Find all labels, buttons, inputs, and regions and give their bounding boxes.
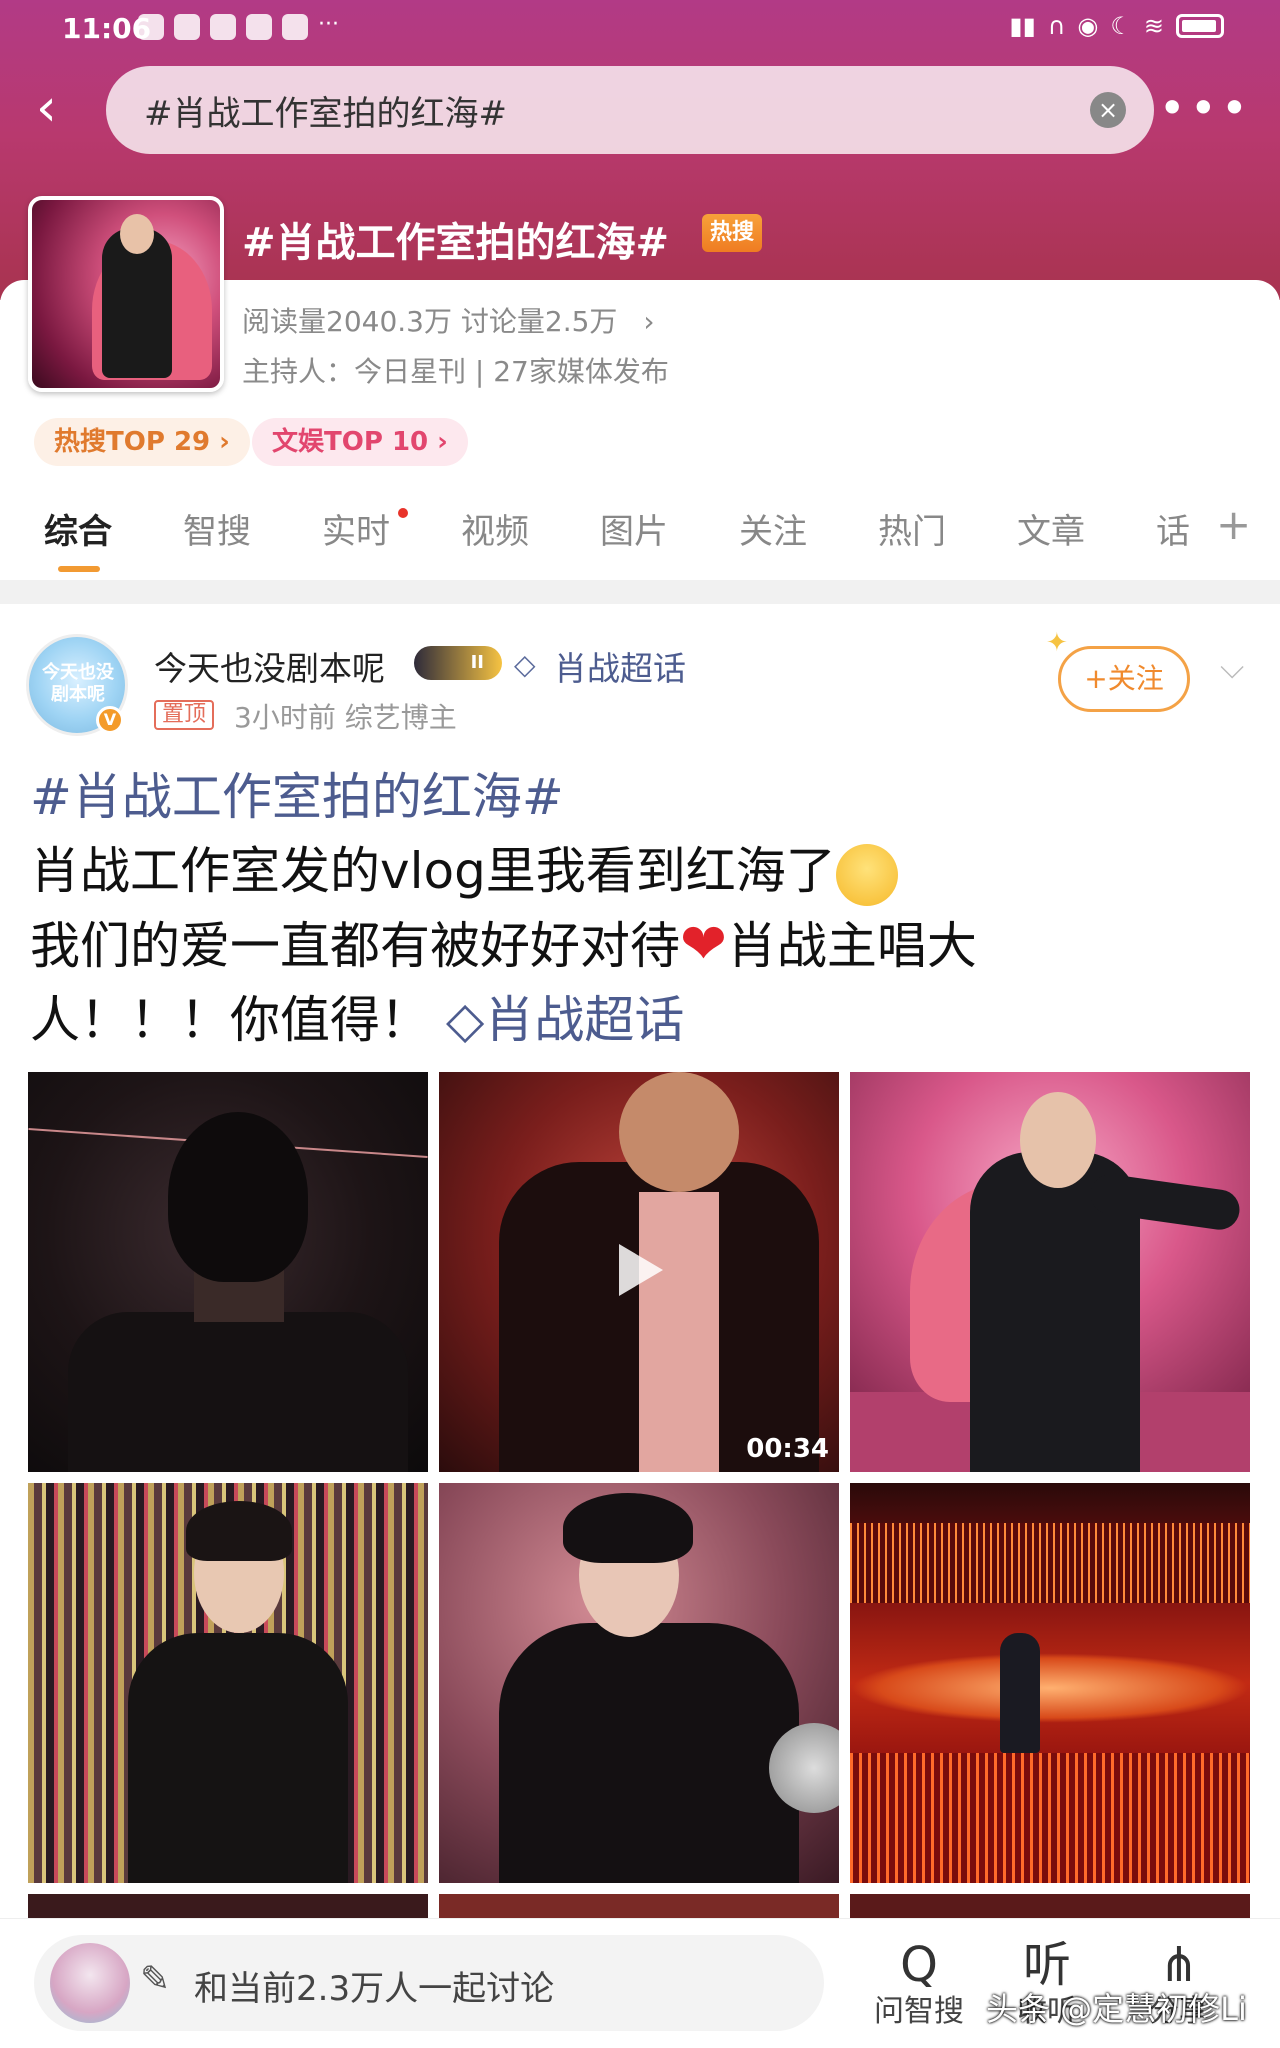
- post-image[interactable]: [850, 1894, 1250, 1920]
- section-divider: [0, 580, 1280, 604]
- post-line: 我们的爱一直都有被好好对待: [30, 917, 680, 975]
- post-image[interactable]: [28, 1894, 428, 1920]
- ask-smart-search-button[interactable]: Q 问智搜: [864, 1937, 974, 2031]
- video-duration: 00:34: [746, 1434, 829, 1464]
- sparkle-icon: ✦: [1046, 628, 1068, 658]
- super-topic-link[interactable]: 肖战超话: [554, 642, 686, 690]
- topic-title: #肖战工作室拍的红海#: [242, 220, 670, 266]
- crying-emoji-icon: [835, 843, 898, 906]
- smart-search-icon: Q: [900, 1937, 938, 1993]
- topic-cover-image[interactable]: [28, 196, 224, 392]
- post-line: 人！！！你值得！: [30, 991, 430, 1049]
- user-avatar: [50, 1943, 130, 2023]
- post-image[interactable]: [28, 1072, 428, 1472]
- post-image[interactable]: [850, 1483, 1250, 1883]
- more-options-button[interactable]: •••: [1159, 85, 1252, 131]
- post-line: 肖战工作室发的vlog里我看到红海了: [30, 842, 836, 900]
- discussion-input[interactable]: ✎ 和当前2.3万人一起讨论: [34, 1935, 824, 2031]
- page: 11:06 ··· ▮▮ ∩ ◉ ☾ ≋ ‹ #肖战工作室拍的红海# × •••…: [0, 0, 1280, 2048]
- avatar-text: 今天也没剧本呢: [42, 662, 114, 705]
- post-image[interactable]: [439, 1894, 839, 1920]
- watermark: 头条 @定慧初修Li: [986, 1990, 1247, 2028]
- add-tab-button[interactable]: +: [1216, 500, 1251, 549]
- post-image[interactable]: [439, 1483, 839, 1883]
- play-icon: [619, 1244, 663, 1296]
- eye-icon: ◉: [1077, 12, 1099, 40]
- hot-search-rank-chip[interactable]: 热搜TOP 29 ›: [34, 418, 250, 466]
- post-video[interactable]: 00:34: [439, 1072, 839, 1472]
- pencil-icon: ✎: [140, 1959, 171, 2000]
- app-notification-icon: [138, 14, 164, 40]
- app-notification-icon: [246, 14, 272, 40]
- media-grid-next-row: [28, 1894, 1252, 1920]
- topic-stats[interactable]: 阅读量2040.3万 讨论量2.5万 ›: [242, 300, 655, 340]
- crown-level-badge: II: [414, 646, 502, 680]
- post-image[interactable]: [850, 1072, 1250, 1472]
- discussion-placeholder: 和当前2.3万人一起讨论: [194, 1969, 555, 2009]
- app-notification-icon: [210, 14, 236, 40]
- post-meta: 3小时前 综艺博主: [234, 701, 457, 734]
- tab-articles[interactable]: 文章: [1017, 504, 1085, 553]
- app-notification-icon: [174, 14, 200, 40]
- username[interactable]: 今天也没剧本呢: [154, 642, 385, 690]
- follow-button[interactable]: +关注: [1058, 646, 1190, 712]
- back-button[interactable]: ‹: [36, 82, 76, 134]
- super-topic-link-icon: ◇: [445, 991, 485, 1049]
- tab-popular[interactable]: 热门: [878, 504, 946, 553]
- tab-topics[interactable]: 话: [1156, 504, 1190, 553]
- search-query: #肖战工作室拍的红海#: [144, 94, 507, 134]
- notification-icons: ···: [138, 14, 339, 40]
- pinned-badge: 置顶: [154, 700, 215, 730]
- heart-emoji-icon: ❤: [680, 912, 727, 977]
- tab-smart-search[interactable]: 智搜: [183, 504, 251, 553]
- search-input[interactable]: #肖战工作室拍的红海# ×: [106, 66, 1154, 154]
- tab-following[interactable]: 关注: [739, 504, 807, 553]
- post-body: #肖战工作室拍的红海# 肖战工作室发的vlog里我看到红海了 我们的爱一直都有被…: [30, 760, 1250, 1057]
- new-content-dot: [398, 508, 408, 518]
- topic-stats-text: 阅读量2040.3万 讨论量2.5万: [242, 305, 618, 338]
- topic-host: 主持人：今日星刊 | 27家媒体发布: [242, 355, 669, 388]
- diamond-icon: ◇: [514, 648, 536, 681]
- more-notifications-icon: ···: [318, 12, 339, 37]
- book-icon: ▮▮: [1009, 12, 1036, 40]
- post-image[interactable]: [28, 1483, 428, 1883]
- post-hashtag[interactable]: #肖战工作室拍的红海#: [30, 768, 564, 826]
- clear-search-button[interactable]: ×: [1090, 92, 1126, 128]
- status-bar: 11:06 ··· ▮▮ ∩ ◉ ☾ ≋: [0, 0, 1280, 56]
- headphones-icon: ∩: [1047, 12, 1066, 40]
- tab-video[interactable]: 视频: [461, 504, 529, 553]
- app-notification-icon: [282, 14, 308, 40]
- battery-icon: [1176, 14, 1224, 38]
- chevron-right-icon: ›: [643, 305, 655, 338]
- system-icons: ▮▮ ∩ ◉ ☾ ≋: [1009, 12, 1224, 40]
- wifi-icon: ≋: [1143, 12, 1164, 40]
- active-tab-indicator: [58, 566, 100, 572]
- moon-icon: ☾: [1110, 12, 1132, 40]
- hot-badge: 热搜: [702, 214, 762, 252]
- chevron-down-icon[interactable]: ⌵: [1220, 648, 1244, 687]
- verified-icon: V: [96, 706, 124, 734]
- post-line: 肖战主唱大: [726, 917, 977, 975]
- tab-comprehensive[interactable]: 综合: [44, 504, 112, 553]
- tab-bar: 综合 智搜 实时 视频 图片 关注 热门 文章 话: [0, 500, 1280, 580]
- ask-smart-search-label: 问智搜: [874, 1994, 964, 2029]
- tab-realtime[interactable]: 实时: [322, 504, 390, 553]
- tab-images[interactable]: 图片: [600, 504, 668, 553]
- super-topic-inline-link[interactable]: 肖战超话: [484, 991, 684, 1049]
- entertainment-rank-chip[interactable]: 文娱TOP 10 ›: [252, 418, 468, 466]
